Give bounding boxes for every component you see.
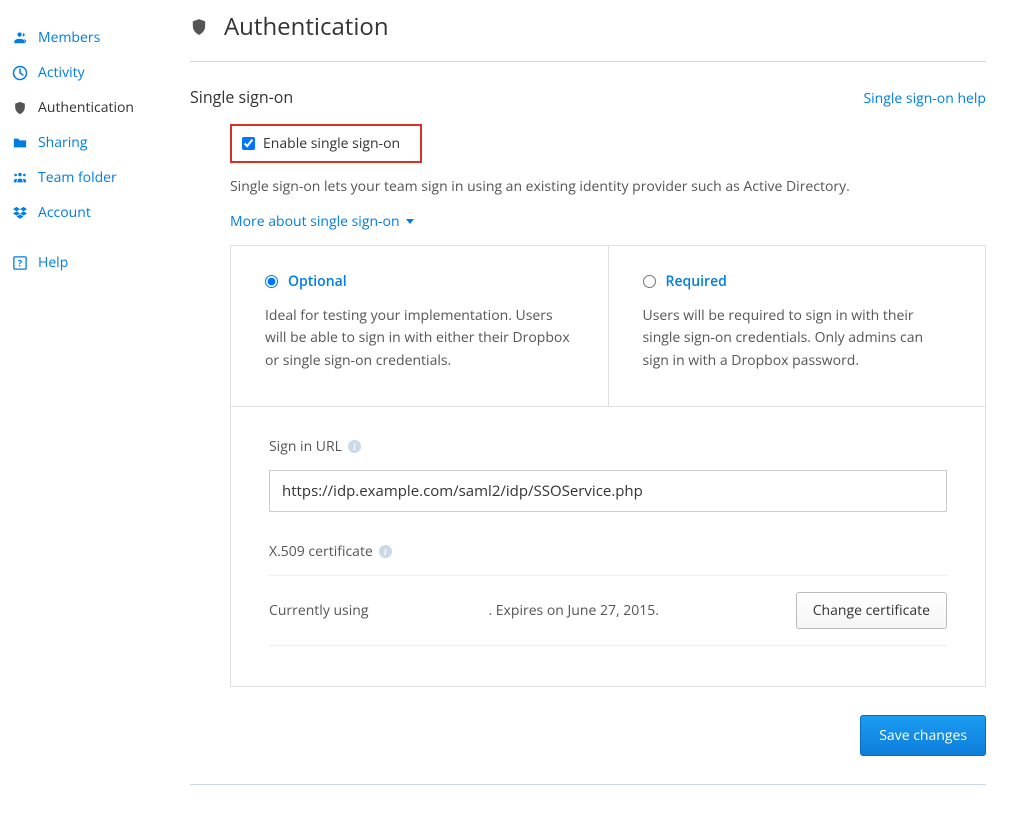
sidebar-item-label: Help	[38, 253, 68, 272]
shield-icon	[10, 100, 30, 116]
sso-description: Single sign-on lets your team sign in us…	[230, 177, 986, 196]
enable-sso-checkbox[interactable]	[242, 137, 255, 150]
sidebar-item-members[interactable]: Members	[10, 20, 190, 55]
form-actions: Save changes	[190, 715, 986, 756]
help-icon: ?	[10, 255, 30, 271]
svg-text:?: ?	[18, 257, 22, 269]
info-icon[interactable]: i	[348, 440, 361, 453]
sidebar-item-label: Team folder	[38, 168, 117, 187]
sidebar-item-label: Authentication	[38, 98, 134, 117]
option-optional[interactable]: Optional Ideal for testing your implemen…	[231, 246, 609, 406]
enable-sso-label: Enable single sign-on	[263, 134, 400, 153]
certificate-row: Currently using . Expires on June 27, 20…	[269, 575, 947, 646]
sidebar-item-label: Activity	[38, 63, 85, 82]
sidebar-item-account[interactable]: Account	[10, 195, 190, 230]
divider	[190, 784, 986, 785]
sidebar-item-help[interactable]: ? Help	[10, 245, 190, 280]
cert-currently-using: Currently using	[269, 601, 368, 620]
certificate-label: X.509 certificate i	[269, 542, 947, 561]
sidebar-item-label: Members	[38, 28, 100, 47]
required-radio[interactable]	[643, 275, 656, 288]
sidebar-item-authentication[interactable]: Authentication	[10, 90, 190, 125]
optional-label[interactable]: Optional	[288, 272, 347, 291]
sidebar: Members Activity Authentication Sharing …	[0, 0, 190, 825]
more-about-sso-link[interactable]: More about single sign-on	[230, 212, 414, 231]
sidebar-item-sharing[interactable]: Sharing	[10, 125, 190, 160]
sidebar-item-label: Account	[38, 203, 91, 222]
info-icon[interactable]: i	[379, 545, 392, 558]
dropbox-icon	[10, 205, 30, 221]
main-content: Authentication Single sign-on Single sig…	[190, 0, 1016, 825]
members-icon	[10, 30, 30, 46]
chevron-down-icon	[406, 219, 414, 224]
activity-icon	[10, 65, 30, 81]
sso-help-link[interactable]: Single sign-on help	[863, 89, 986, 108]
sso-form: Sign in URL i X.509 certificate i Curren…	[230, 407, 986, 687]
sso-options: Optional Ideal for testing your implemen…	[230, 245, 986, 407]
signin-url-input[interactable]	[269, 470, 947, 512]
page-title: Authentication	[224, 10, 389, 43]
optional-description: Ideal for testing your implementation. U…	[265, 305, 574, 372]
folder-icon	[10, 135, 30, 151]
required-label[interactable]: Required	[666, 272, 727, 291]
required-description: Users will be required to sign in with t…	[643, 305, 952, 372]
optional-radio[interactable]	[265, 275, 278, 288]
sidebar-item-activity[interactable]: Activity	[10, 55, 190, 90]
section-title: Single sign-on	[190, 86, 293, 108]
save-changes-button[interactable]: Save changes	[860, 715, 986, 756]
sidebar-item-label: Sharing	[38, 133, 88, 152]
change-certificate-button[interactable]: Change certificate	[796, 592, 947, 629]
sidebar-item-team-folder[interactable]: Team folder	[10, 160, 190, 195]
option-required[interactable]: Required Users will be required to sign …	[609, 246, 986, 406]
signin-url-label: Sign in URL i	[269, 437, 947, 456]
cert-expires: . Expires on June 27, 2015.	[488, 601, 658, 620]
shield-icon	[190, 17, 212, 37]
page-header: Authentication	[190, 10, 986, 62]
enable-sso-highlight: Enable single sign-on	[230, 124, 422, 163]
team-icon	[10, 170, 30, 186]
